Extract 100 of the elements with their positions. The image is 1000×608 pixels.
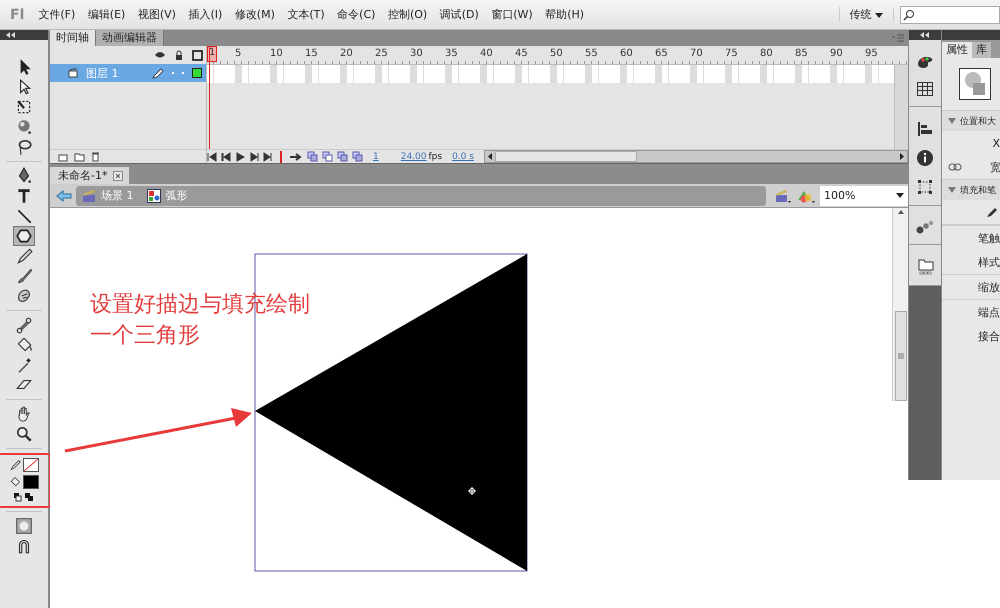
lock-icon[interactable] <box>174 50 184 60</box>
pencil-icon <box>152 67 164 79</box>
panel-tab[interactable]: 库 <box>972 42 991 58</box>
link-icon[interactable] <box>948 163 962 171</box>
collapse-icon[interactable] <box>6 32 16 38</box>
last-frame-icon[interactable] <box>263 152 273 162</box>
field-label: 端点 <box>978 304 1000 320</box>
panel-tab[interactable]: 属性 <box>942 42 972 58</box>
info-icon[interactable] <box>916 149 934 167</box>
elapsed-time: 0.0 s <box>452 152 474 162</box>
frame-number: 30 <box>410 48 423 59</box>
frame-rate-unit: fps <box>428 152 442 162</box>
outline-icon[interactable] <box>192 50 203 60</box>
annotation-text: 一个三角形 <box>90 322 201 350</box>
field-label: 样式 <box>978 254 1000 270</box>
zoom-icon[interactable] <box>14 425 34 443</box>
zoom-dropdown[interactable]: 100% <box>820 186 908 206</box>
frame-number: 70 <box>690 48 703 59</box>
menu-item[interactable]: 编辑(E) <box>88 7 126 22</box>
eye-icon[interactable] <box>154 50 166 60</box>
scrollbar[interactable] <box>894 65 908 149</box>
onion-skin-icon[interactable] <box>352 151 363 162</box>
swatches-icon[interactable] <box>917 82 933 96</box>
fill-swatch[interactable] <box>23 475 39 489</box>
frame-number: 95 <box>865 48 878 59</box>
field-label: 笔触 <box>978 230 1000 246</box>
motion-presets-icon[interactable] <box>916 220 934 234</box>
frame-number: 90 <box>830 48 843 59</box>
swap-colors-icon[interactable] <box>13 492 35 502</box>
loop-icon[interactable] <box>289 152 303 162</box>
menu-item[interactable]: 插入(I) <box>188 7 222 22</box>
search-icon <box>903 8 915 20</box>
frame-rate[interactable]: 24.00 <box>400 152 426 162</box>
menu-item[interactable]: 帮助(H) <box>545 7 584 22</box>
frame-number: 1 <box>207 46 218 62</box>
frame-number: 55 <box>585 48 598 59</box>
expand-icon[interactable] <box>948 118 956 124</box>
field-label: 接合 <box>978 328 1000 344</box>
close-icon[interactable] <box>113 170 124 180</box>
search-field[interactable] <box>900 6 1000 24</box>
workspace-dropdown[interactable]: 传统 <box>838 7 894 22</box>
menu-item[interactable]: 窗口(W) <box>491 7 533 22</box>
onion-skin-icon[interactable] <box>337 151 348 162</box>
layer-color-square[interactable] <box>192 68 202 78</box>
caret-icon <box>875 13 883 18</box>
layer-icon <box>68 68 78 78</box>
expand-icon[interactable] <box>948 187 956 193</box>
frame-number: 60 <box>620 48 633 59</box>
scrollbar[interactable] <box>892 208 908 401</box>
symbol-icon <box>146 188 160 202</box>
frame-number: 65 <box>655 48 668 59</box>
panel-tab[interactable]: 时间轴 <box>50 30 96 46</box>
align-icon[interactable] <box>917 121 933 137</box>
current-frame: 1 <box>373 152 379 162</box>
frame-number: 10 <box>270 48 283 59</box>
field-label: 缩放 <box>978 280 1000 294</box>
app-logo: Fl <box>10 6 24 22</box>
frame-number: 85 <box>795 48 808 59</box>
first-frame-icon[interactable] <box>207 152 217 162</box>
frame-number: 25 <box>375 48 388 59</box>
panel-tab[interactable]: 动画编辑器 <box>96 30 164 46</box>
caret-icon <box>896 193 904 198</box>
step-forward-icon[interactable] <box>249 152 259 162</box>
horizontal-scrollbar[interactable] <box>484 150 908 163</box>
menu-item[interactable]: 视图(V) <box>138 7 176 22</box>
step-back-icon[interactable] <box>221 152 231 162</box>
new-layer-icon[interactable] <box>58 152 68 162</box>
menu-item[interactable]: 控制(O) <box>388 7 428 22</box>
layer-name: 图层 1 <box>86 66 118 80</box>
clapperboard-icon <box>82 188 96 202</box>
onion-skin-icon[interactable] <box>307 151 318 162</box>
trash-icon[interactable] <box>91 151 100 162</box>
palette-icon[interactable] <box>916 54 934 70</box>
frame-number: 45 <box>515 48 528 59</box>
menu-item[interactable]: 文本(T) <box>287 7 325 22</box>
bone-icon[interactable] <box>14 316 34 334</box>
document-tab[interactable]: 未命名-1* <box>50 167 130 184</box>
pencil-icon[interactable] <box>14 247 34 265</box>
pencil-icon[interactable] <box>986 206 998 218</box>
field-label: X <box>992 136 1000 150</box>
center-frame-icon[interactable] <box>277 150 285 162</box>
hexagon-icon[interactable] <box>14 227 34 245</box>
bucket-icon <box>9 476 21 488</box>
crosshair-icon <box>468 486 476 496</box>
frame-number: 20 <box>340 48 353 59</box>
back-arrow-icon[interactable] <box>56 190 72 202</box>
transform-icon[interactable] <box>917 179 933 195</box>
stroke-swatch[interactable] <box>23 458 39 472</box>
menu-item[interactable]: 文件(F) <box>38 7 76 22</box>
menu-item[interactable]: 调试(D) <box>440 7 479 22</box>
onion-skin-icon[interactable] <box>322 151 333 162</box>
clapperboard-icon[interactable] <box>774 188 792 204</box>
menu-item[interactable]: 修改(M) <box>234 7 275 22</box>
collapse-icon[interactable] <box>920 32 930 38</box>
object-drawing-icon[interactable] <box>14 517 34 535</box>
frame-number: 75 <box>725 48 738 59</box>
frame-number: 5 <box>235 48 242 59</box>
menu-item[interactable]: 命令(C) <box>337 7 376 22</box>
frame-number: 15 <box>305 48 318 59</box>
frame-number: 80 <box>760 48 773 59</box>
